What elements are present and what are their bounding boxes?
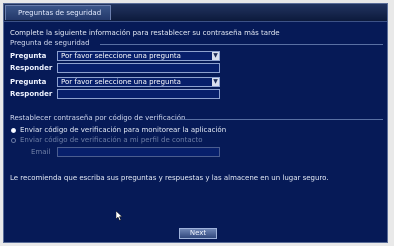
option-send-contact-label: Enviar código de verificación a mi perfi… — [20, 136, 203, 144]
radio-send-contact[interactable] — [11, 138, 16, 143]
chevron-down-icon: ▼ — [212, 52, 219, 60]
answer-1-input[interactable] — [57, 63, 220, 73]
intro-text: Complete la siguiente información para r… — [10, 29, 280, 37]
email-label: Email — [31, 148, 51, 156]
security-questions-dialog: Preguntas de seguridad Complete la sigui… — [3, 3, 388, 243]
section-divider — [100, 44, 383, 45]
question-1-label: Pregunta — [10, 52, 47, 60]
answer-2-label: Responder — [10, 90, 53, 98]
next-button[interactable]: Next — [179, 228, 217, 239]
title-bar: Preguntas de seguridad — [4, 4, 387, 22]
section-divider — [174, 119, 383, 120]
question-2-value: Por favor seleccione una pregunta — [61, 78, 181, 86]
option-send-app-label: Enviar código de verificación para monit… — [20, 126, 227, 134]
radio-send-app[interactable] — [11, 128, 16, 133]
answer-2-input[interactable] — [57, 89, 220, 99]
answer-1-label: Responder — [10, 64, 53, 72]
question-2-label: Pregunta — [10, 78, 47, 86]
question-1-select[interactable]: Por favor seleccione una pregunta ▼ — [57, 51, 220, 61]
chevron-down-icon: ▼ — [212, 78, 219, 86]
dialog-title: Preguntas de seguridad — [5, 5, 111, 20]
verification-header: Restablecer contraseña por código de ver… — [10, 114, 186, 122]
question-2-select[interactable]: Por favor seleccione una pregunta ▼ — [57, 77, 220, 87]
question-1-value: Por favor seleccione una pregunta — [61, 52, 181, 60]
email-input[interactable] — [57, 147, 220, 157]
security-questions-header: Pregunta de seguridad — [10, 39, 90, 47]
recommendation-text: Le recomienda que escriba sus preguntas … — [10, 174, 329, 182]
